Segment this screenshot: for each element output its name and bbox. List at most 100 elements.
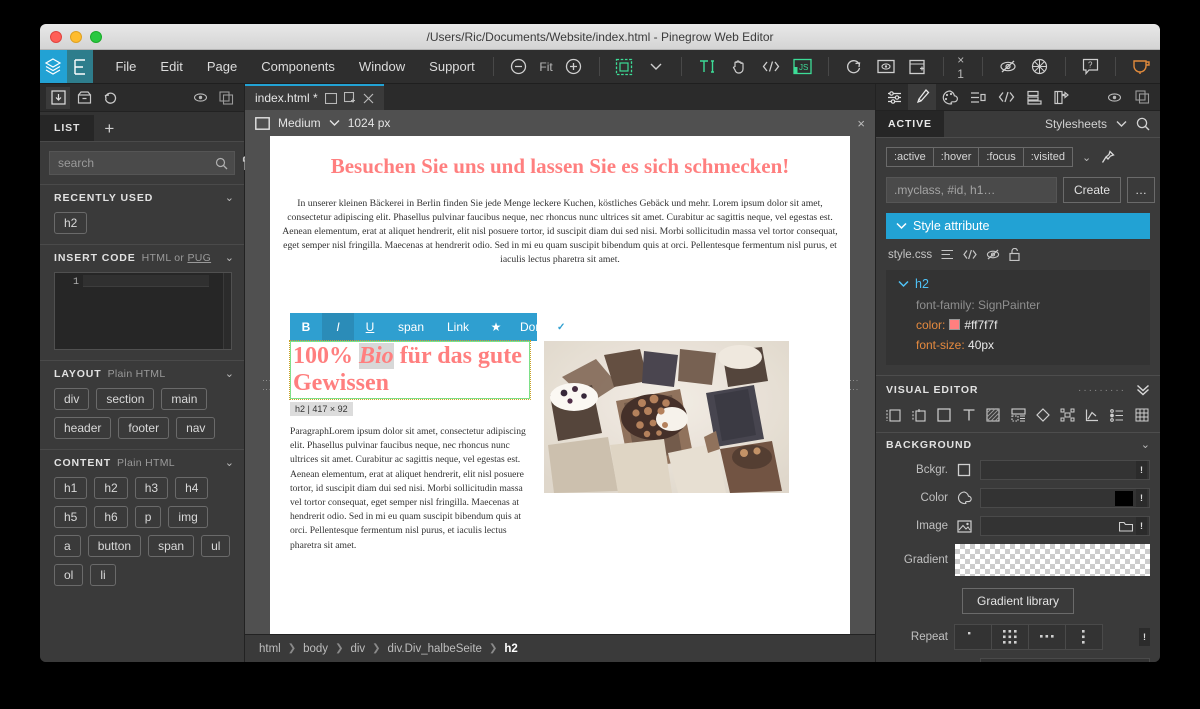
- unlock-icon[interactable]: [1009, 248, 1020, 261]
- code-input-line[interactable]: [83, 273, 223, 349]
- breadcrumb-item-html[interactable]: html: [259, 643, 281, 655]
- chevron-down-icon[interactable]: ⌄: [225, 456, 234, 469]
- code-icon[interactable]: [760, 56, 782, 78]
- chip-p[interactable]: p: [134, 506, 162, 528]
- gradient-preview[interactable]: [955, 544, 1150, 576]
- css-declaration-color[interactable]: color: #ff7f7f: [886, 315, 1150, 335]
- breadcrumb-item-body[interactable]: body: [303, 643, 328, 655]
- responsive-grid-icon[interactable]: [613, 56, 635, 78]
- image-icon[interactable]: [955, 518, 973, 534]
- rendered-page[interactable]: Besuchen Sie uns und lassen Sie es sich …: [270, 136, 850, 634]
- add-tab-button[interactable]: +: [94, 117, 124, 141]
- drag-hand-icon[interactable]: [728, 56, 750, 78]
- chip-span[interactable]: span: [148, 535, 195, 557]
- chevron-down-icon[interactable]: [329, 119, 340, 127]
- style-attribute-header[interactable]: Style attribute: [886, 213, 1150, 239]
- background-icon[interactable]: [981, 404, 1006, 426]
- chip-header[interactable]: header: [54, 417, 112, 439]
- search-input-wrapper[interactable]: [49, 151, 235, 175]
- javascript-icon[interactable]: JS: [792, 56, 814, 78]
- text-icon[interactable]: [956, 404, 981, 426]
- square-icon[interactable]: [955, 462, 973, 478]
- chevron-down-icon[interactable]: ⌄: [225, 191, 234, 204]
- breadcrumb-item-div[interactable]: div: [350, 643, 365, 655]
- palette-icon[interactable]: [955, 490, 973, 506]
- chip-h1[interactable]: h1: [54, 477, 88, 499]
- done-button[interactable]: Done ✓: [512, 313, 578, 341]
- library-box-icon[interactable]: [72, 87, 96, 109]
- chevron-down-icon[interactable]: [896, 222, 907, 230]
- breakpoint-label[interactable]: Medium: [278, 116, 321, 130]
- duplicate-icon[interactable]: [214, 87, 238, 109]
- box-icon[interactable]: [931, 404, 956, 426]
- eye-icon[interactable]: [188, 87, 212, 109]
- breakpoint-icon[interactable]: [255, 116, 270, 130]
- search-icon[interactable]: [1136, 117, 1150, 131]
- transition-icon[interactable]: [1080, 404, 1105, 426]
- chip-section[interactable]: section: [96, 388, 155, 410]
- pseudo-hover[interactable]: :hover: [932, 147, 980, 167]
- chevron-down-icon[interactable]: ⌄: [1141, 438, 1150, 451]
- chevron-down-icon[interactable]: ⌄: [225, 367, 234, 380]
- section-recently-used[interactable]: RECENTLY USED ⌄: [40, 184, 244, 208]
- chip-nav[interactable]: nav: [176, 417, 216, 439]
- important-toggle[interactable]: !: [1136, 461, 1147, 479]
- table-icon[interactable]: [1129, 404, 1154, 426]
- underline-button[interactable]: U: [354, 313, 386, 341]
- chevron-double-down-icon[interactable]: [1136, 384, 1150, 396]
- left-resize-handle[interactable]: ⋮⋮: [262, 136, 272, 634]
- important-toggle[interactable]: !: [1136, 489, 1147, 507]
- new-window-icon[interactable]: [907, 56, 929, 78]
- pseudo-active[interactable]: :active: [886, 147, 934, 167]
- chip-div[interactable]: div: [54, 388, 90, 410]
- text-edit-icon[interactable]: [696, 56, 718, 78]
- drag-handle-dots[interactable]: ·········: [1078, 385, 1126, 396]
- eye-icon[interactable]: [1100, 84, 1128, 110]
- section-layout[interactable]: LAYOUT Plain HTML ⌄: [40, 360, 244, 384]
- pseudo-visited[interactable]: :visited: [1022, 147, 1073, 167]
- chip-h6[interactable]: h6: [94, 506, 128, 528]
- menu-support[interactable]: Support: [417, 50, 487, 84]
- list-style-icon[interactable]: [1105, 404, 1130, 426]
- page-heading-h1[interactable]: Besuchen Sie uns und lassen Sie es sich …: [282, 154, 838, 179]
- palette-icon[interactable]: [936, 84, 964, 110]
- link-button[interactable]: Link: [436, 313, 480, 341]
- components-icon[interactable]: [1048, 84, 1076, 110]
- star-button[interactable]: ★: [480, 313, 512, 341]
- pseudo-focus[interactable]: :focus: [978, 147, 1024, 167]
- insert-panel-icon[interactable]: [46, 86, 70, 109]
- undo-icon[interactable]: [98, 87, 122, 109]
- menu-page[interactable]: Page: [195, 50, 249, 84]
- search-input[interactable]: [56, 155, 215, 171]
- effects-icon[interactable]: [1030, 404, 1055, 426]
- important-toggle[interactable]: !: [1136, 517, 1147, 535]
- help-icon[interactable]: ?: [1079, 56, 1101, 78]
- repeat-both-option[interactable]: [991, 624, 1029, 650]
- gradient-library-button[interactable]: Gradient library: [961, 588, 1075, 614]
- breadcrumb-item-h2[interactable]: h2: [504, 643, 517, 655]
- pixel-ratio-label[interactable]: × 1: [957, 53, 968, 81]
- page-heading-h2[interactable]: 100% Bio für das gute Gewissen: [293, 343, 527, 397]
- more-options-button[interactable]: …: [1127, 177, 1156, 203]
- chip-h3[interactable]: h3: [134, 477, 169, 499]
- list-icon[interactable]: [941, 249, 954, 260]
- properties-icon[interactable]: [964, 84, 992, 110]
- color-input[interactable]: !: [980, 488, 1150, 508]
- italic-button[interactable]: I: [322, 313, 354, 342]
- css-declaration-font-size[interactable]: font-size: 40px: [886, 335, 1150, 355]
- repeat-x-option[interactable]: [1028, 624, 1066, 650]
- zoom-fit-label[interactable]: Fit: [539, 60, 552, 74]
- menu-edit[interactable]: Edit: [148, 50, 194, 84]
- tab-active[interactable]: ACTIVE: [876, 111, 944, 137]
- right-resize-handle[interactable]: ⋮⋮: [849, 136, 859, 634]
- layout-icon[interactable]: [1006, 404, 1031, 426]
- selector-input[interactable]: [886, 177, 1057, 203]
- css-file-name[interactable]: style.css: [888, 249, 932, 261]
- chip-img[interactable]: img: [168, 506, 208, 528]
- code-scrollbar[interactable]: [223, 273, 231, 349]
- preview-eye-icon[interactable]: [875, 56, 897, 78]
- reload-icon[interactable]: [843, 56, 865, 78]
- folder-icon[interactable]: [1119, 520, 1133, 532]
- menu-file[interactable]: File: [103, 50, 148, 84]
- globe-icon[interactable]: [1029, 56, 1051, 78]
